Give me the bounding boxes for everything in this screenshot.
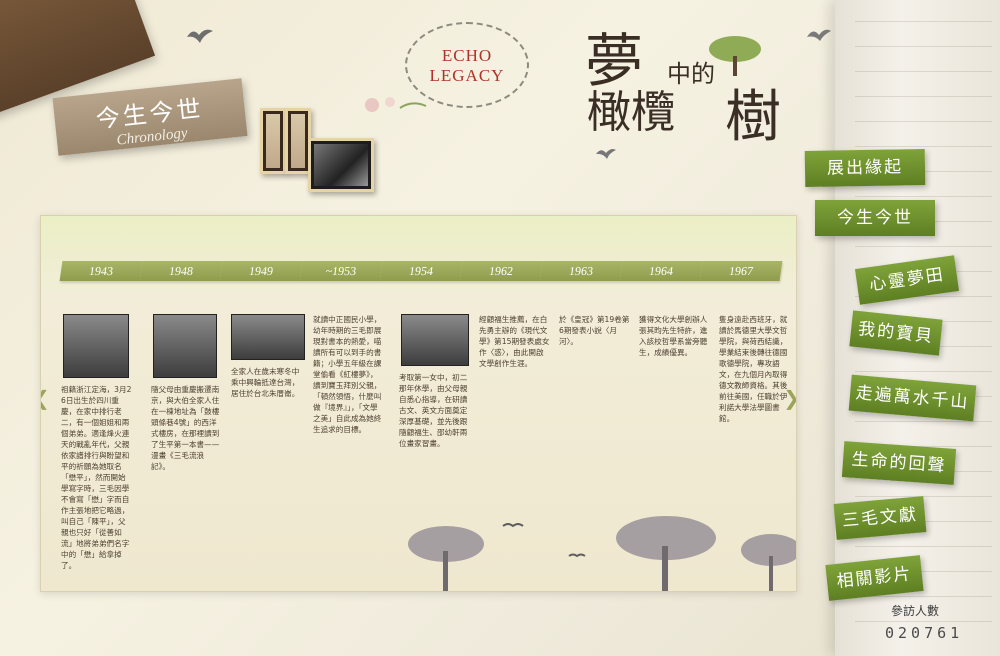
year-tab[interactable]: ~1953 [299,261,383,281]
year-tab[interactable]: 1963 [539,261,623,281]
bird-icon [807,29,831,41]
group-photo [231,314,305,360]
writing-desk-photo [401,314,469,366]
visitor-counter-label: 參訪人數 [891,604,940,618]
tree-icon [709,36,761,76]
echo-text: ECHO [441,46,493,65]
flower-decoration-icon [365,97,427,112]
menu-item-exhibition-origin[interactable]: 展出緣起 [804,148,926,188]
timeline-panel: ❮ ❯ 1943 1948 1949 ~1953 1954 1962 1963 … [40,215,797,592]
title-chars: 橄欖 [587,87,675,138]
year-tab[interactable]: 1949 [219,261,303,281]
photo-album-thumbnail [308,138,374,192]
family-photo [63,314,129,378]
prev-arrow-icon[interactable]: ❮ [41,386,50,410]
exhibition-title: 夢 中的 橄欖 樹 [585,14,795,150]
menu-item-echo-of-life[interactable]: 生命的回聲 [841,441,957,485]
timeline-entry: 就讀中正國民小學，幼年時期的三毛即展現對書本的熱愛，喵讀所有可以到手的書籍；小學… [313,315,382,434]
timeline-entry: 隨父母由重慶搬遷南京，與大伯全家人住在一棟地址為「鼓樓頭條巷4號」的西洋式樓房，… [151,385,220,471]
year-ribbons: 1943 1948 1949 ~1953 1954 1962 1963 1964… [59,261,783,281]
year-tab[interactable]: 1943 [59,261,143,281]
bird-icon [187,29,213,43]
legacy-text: LEGACY [429,66,505,85]
scroll-painting-thumbnail [260,108,286,174]
visitor-counter: 參訪人數 020761 [885,602,985,642]
year-tab[interactable]: 1967 [699,261,783,281]
visitor-counter-value: 020761 [885,624,964,642]
year-tab[interactable]: 1954 [379,261,463,281]
timeline-entry: 於《皇冠》第19卷第6期發表小說〈月河〉。 [559,315,630,346]
couple-photo [153,314,217,378]
timeline-entry: 獲得文化大學創辦人張其昀先生特許，進入該校哲學系當旁聽生，成績優異。 [639,315,708,357]
year-tab[interactable]: 1962 [459,261,543,281]
year-tab[interactable]: 1948 [139,261,223,281]
timeline-entry: 隻身遠赴西班牙，就讀於馬德里大學文哲學院，與荷西結識，學業結束後轉往德國歌德學院… [719,315,788,423]
section-label-chronology: 今生今世 Chronology [52,78,248,156]
title-char: 樹 [725,85,781,150]
timeline-entry: 考取第一女中，初二那年休學，由父母親自悉心指導，在研讀古文、英文方面奠定深厚基礎… [399,373,468,448]
bird-icon [596,149,616,159]
timeline-entry: 經顧福生推薦，在白先勇主辦的《現代文學》第15期發表處女作〈惑〉，由此開啟文學創… [479,315,550,368]
timeline-entry: 全家人在歲末寒冬中乘中興輪抵達台灣，居住於台北朱厝崙。 [231,367,300,398]
olive-trees-decoration [408,516,796,591]
menu-item-chronology[interactable]: 今生今世 [815,200,935,236]
year-tab[interactable]: 1964 [619,261,703,281]
